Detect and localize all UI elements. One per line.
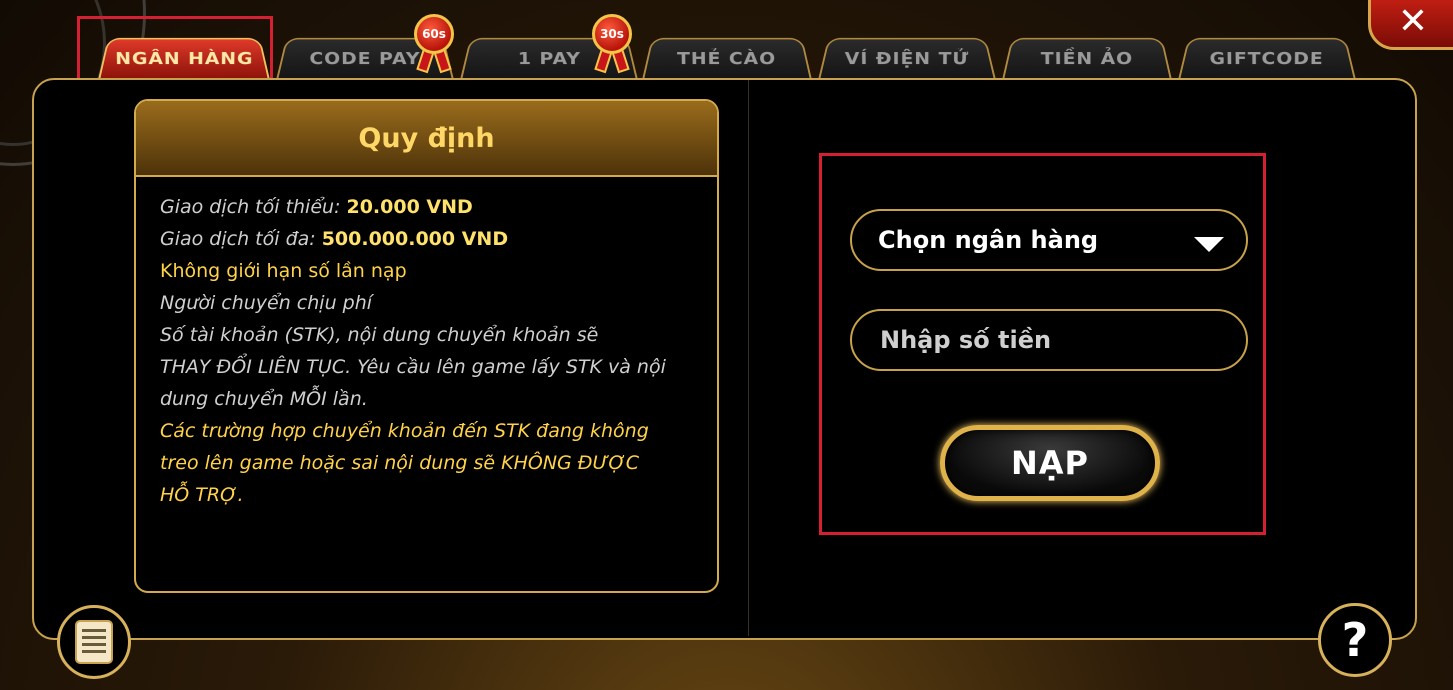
nap-button[interactable]: NẠP	[940, 425, 1160, 501]
rule-unlimited: Không giới hạn số lần nạp	[160, 260, 407, 282]
close-button[interactable]: ✕	[1368, 0, 1453, 50]
rule-min: Giao dịch tối thiểu: 20.000 VND	[160, 196, 473, 218]
rule-note-line: THAY ĐỔI LIÊN TỤC. Yêu cầu lên game lấy …	[160, 356, 666, 378]
tab-tien-ao[interactable]: TIỀN ẢO	[1002, 37, 1172, 80]
close-icon: ✕	[1397, 0, 1429, 42]
rule-note-line: dung chuyển MỖI lần.	[160, 388, 368, 410]
rule-warning-line: treo lên game hoặc sai nội dung sẽ KHÔNG…	[160, 452, 640, 474]
tab-the-cao[interactable]: THẺ CÀO	[642, 37, 812, 80]
amount-input[interactable]	[878, 325, 1212, 355]
help-icon: ?	[1341, 613, 1369, 667]
rule-max: Giao dịch tối đa: 500.000.000 VND	[160, 228, 509, 250]
tab-giftcode[interactable]: GIFTCODE	[1178, 37, 1356, 80]
timer-badge-60s: 60s	[414, 14, 454, 74]
rules-title: Quy định	[136, 101, 717, 177]
rule-fee: Người chuyển chịu phí	[160, 292, 373, 314]
timer-badge-30s: 30s	[592, 14, 632, 74]
rule-note-line: Số tài khoản (STK), nội dung chuyển khoả…	[160, 324, 599, 346]
list-icon	[75, 620, 113, 664]
rules-panel: Quy định Giao dịch tối thiểu: 20.000 VND …	[134, 99, 719, 593]
rule-warning-line: Các trường hợp chuyển khoản đến STK đang…	[160, 420, 649, 442]
rule-warning-line: HỖ TRỢ.	[160, 484, 244, 506]
panel-divider	[748, 80, 749, 636]
help-button[interactable]: ?	[1318, 603, 1392, 677]
amount-field[interactable]	[850, 309, 1248, 371]
history-button[interactable]	[57, 605, 131, 679]
chevron-down-icon	[1194, 237, 1224, 252]
rules-body: Giao dịch tối thiểu: 20.000 VND Giao dịch…	[136, 177, 717, 511]
bank-select[interactable]: Chọn ngân hàng	[850, 209, 1248, 271]
tab-vi-dien-tu[interactable]: VÍ ĐIỆN TỬ	[818, 37, 996, 80]
